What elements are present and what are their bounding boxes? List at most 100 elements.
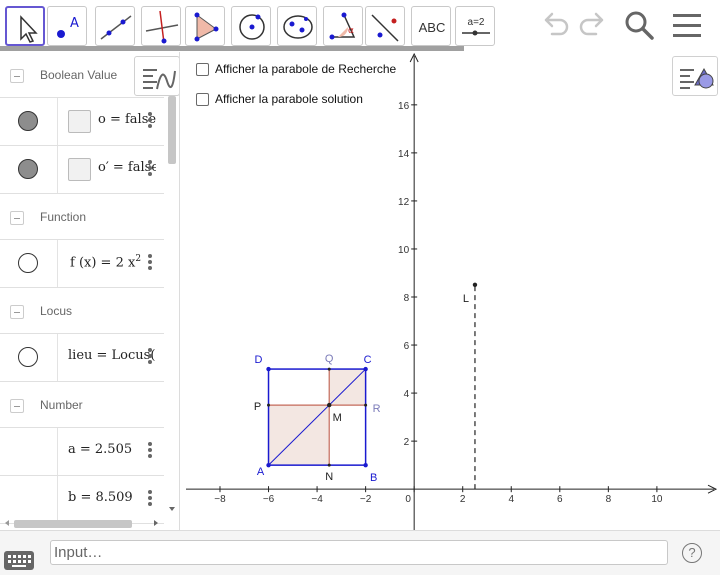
visibility-marble[interactable] <box>18 159 38 179</box>
checkbox-label: Afficher la parabole de Recherche <box>215 62 397 76</box>
x-tick-label: 4 <box>508 494 514 505</box>
scrollbar-thumb[interactable] <box>168 96 176 164</box>
more-options-icon[interactable] <box>148 348 152 366</box>
collapse-toggle[interactable] <box>10 305 24 319</box>
checkbox-square[interactable] <box>196 92 209 106</box>
search-icon <box>625 11 654 40</box>
point-C[interactable] <box>363 366 368 372</box>
algebra-style-bar-button[interactable] <box>134 56 179 96</box>
point-D[interactable] <box>266 366 271 372</box>
tool-label: ABC <box>419 20 446 35</box>
visibility-marble[interactable] <box>18 253 38 273</box>
input-bar: ? <box>0 530 720 575</box>
collapse-toggle[interactable] <box>10 211 24 225</box>
algebra-expression[interactable]: lieu = Locus(L, <box>68 348 156 363</box>
collapse-toggle[interactable] <box>10 399 24 413</box>
help-button[interactable]: ? <box>682 543 702 563</box>
point-B[interactable] <box>363 462 368 468</box>
reflect-tool[interactable] <box>365 6 405 46</box>
polygon-tool[interactable] <box>185 6 225 46</box>
algebra-item[interactable]: o = false <box>0 98 164 146</box>
angle-tool[interactable]: α <box>323 6 363 46</box>
point-N[interactable] <box>327 463 331 467</box>
more-options-icon[interactable] <box>148 490 152 508</box>
redo-button[interactable] <box>576 8 610 46</box>
undo-icon <box>544 12 569 36</box>
toolbar-scrollbar[interactable] <box>0 46 464 51</box>
keyboard-button[interactable] <box>4 551 34 570</box>
algebra-expression[interactable]: b = 8.509 <box>68 490 156 505</box>
boolean-checkbox[interactable] <box>68 158 91 181</box>
circle-center-icon <box>239 14 265 40</box>
algebra-item[interactable]: a = 2.505 <box>0 428 164 476</box>
scroll-right-icon[interactable] <box>151 518 161 528</box>
input-field[interactable] <box>50 540 668 565</box>
row-divider <box>57 98 58 145</box>
algebra-vertical-scrollbar[interactable] <box>166 96 178 516</box>
algebra-expression[interactable]: f (x) = 2 x2 <box>70 254 156 270</box>
visibility-marble[interactable] <box>18 347 38 367</box>
perpendicular-line-icon <box>145 10 179 44</box>
visibility-marble[interactable] <box>18 111 38 131</box>
point-label-C: C <box>364 354 372 366</box>
checkbox-show-search-parabola[interactable]: Afficher la parabole de Recherche <box>196 60 396 78</box>
toolbar: Aα ABC a=2 <box>0 0 720 52</box>
move-tool[interactable] <box>5 6 45 46</box>
y-tick-label: 8 <box>404 293 410 304</box>
algebra-item[interactable]: o′ = false <box>0 146 164 194</box>
x-tick-label: −4 <box>311 494 323 505</box>
more-options-icon[interactable] <box>148 442 152 460</box>
graphics-style-bar-button[interactable] <box>672 56 718 96</box>
point-R[interactable] <box>364 403 368 407</box>
perpendicular-line-tool[interactable] <box>141 6 181 46</box>
point-M[interactable] <box>327 402 332 408</box>
scrollbar-thumb[interactable] <box>14 520 132 528</box>
more-options-icon[interactable] <box>148 160 152 178</box>
text-tool[interactable]: ABC <box>411 6 451 46</box>
algebra-item[interactable]: lieu = Locus(L, <box>0 334 164 382</box>
more-options-icon[interactable] <box>148 112 152 130</box>
point-tool[interactable]: A <box>47 6 87 46</box>
algebra-group-header: Number <box>0 382 164 428</box>
boolean-checkbox[interactable] <box>68 110 91 133</box>
checkbox-show-solution-parabola[interactable]: Afficher la parabole solution <box>196 90 363 108</box>
style-bar-icon <box>680 67 714 89</box>
search-button[interactable] <box>622 8 656 46</box>
x-tick-label: 2 <box>460 494 466 505</box>
origin-label: 0 <box>405 494 411 505</box>
point-Q[interactable] <box>327 367 331 371</box>
algebra-expression[interactable]: a = 2.505 <box>68 442 156 457</box>
algebra-item[interactable]: f (x) = 2 x2 <box>0 240 164 288</box>
text-icon: ABC <box>419 20 446 35</box>
point-label-D: D <box>255 354 263 366</box>
group-label: Number <box>40 398 83 412</box>
point-L[interactable] <box>472 282 478 287</box>
point-P[interactable] <box>267 403 271 407</box>
graphics-canvas[interactable]: −8 −6 −4 −2 0 2 4 6 8 10 2 4 6 8 10 12 14 16 A B C D M N Q P R L <box>186 52 720 530</box>
slider-tool[interactable]: a=2 <box>455 6 495 46</box>
more-options-icon[interactable] <box>148 254 152 272</box>
checkbox-square[interactable] <box>196 62 209 76</box>
algebra-horizontal-scrollbar[interactable] <box>0 516 166 530</box>
ellipse-tool[interactable] <box>277 6 317 46</box>
line-tool[interactable] <box>95 6 135 46</box>
help-label: ? <box>688 545 696 560</box>
point-A[interactable] <box>266 462 271 468</box>
polygon-icon <box>194 12 219 42</box>
y-tick-label: 12 <box>398 197 410 208</box>
tool-label: A <box>70 16 79 31</box>
main-menu-button[interactable] <box>670 8 704 46</box>
point-label-R: R <box>373 403 381 415</box>
circle-center-point-tool[interactable] <box>231 6 271 46</box>
scroll-left-icon[interactable] <box>2 518 12 528</box>
x-tick-label: 6 <box>557 494 563 505</box>
point-label-Q: Q <box>325 353 334 365</box>
x-tick-label: 10 <box>651 494 663 505</box>
menu-icon <box>673 14 701 37</box>
point-label-A: A <box>257 466 265 478</box>
undo-button[interactable] <box>538 8 572 46</box>
group-label: Function <box>40 210 87 224</box>
scroll-down-icon[interactable] <box>167 504 177 514</box>
collapse-toggle[interactable] <box>10 69 24 83</box>
graphics-view[interactable]: −8 −6 −4 −2 0 2 4 6 8 10 2 4 6 8 10 12 14 16 A B C D M N Q P R L Af… <box>186 52 720 530</box>
